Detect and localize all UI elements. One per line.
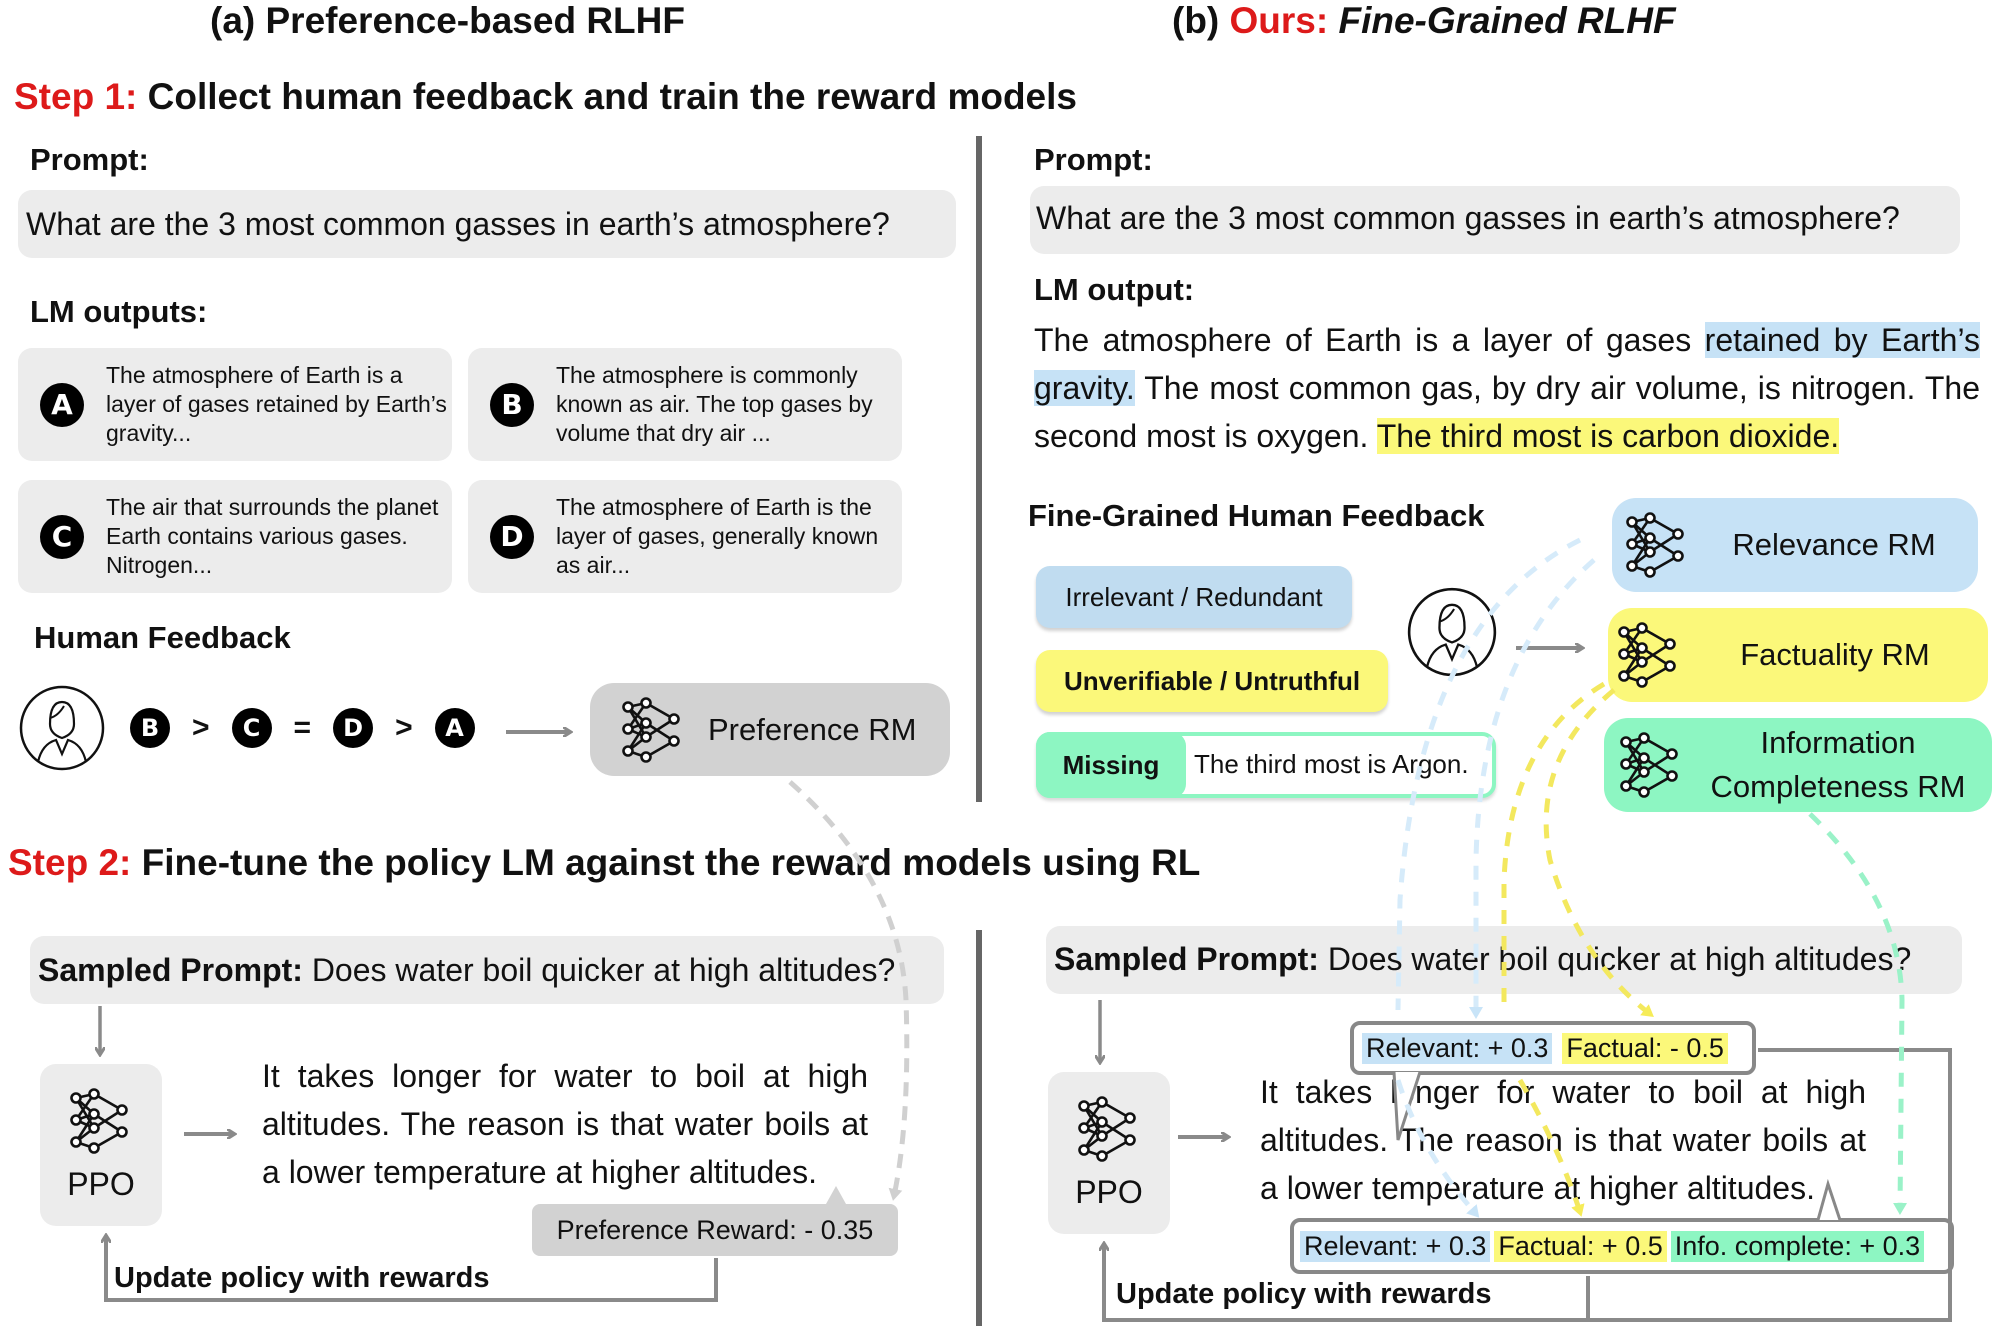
ppo-label: PPO: [67, 1165, 135, 1202]
reward-bubble-sentence2: Relevant: + 0.3 Factual: + 0.5 Info. com…: [1290, 1218, 1954, 1274]
panel-b-prefix: (b): [1172, 0, 1230, 41]
panel-b-method: Fine-Grained RLHF: [1328, 0, 1676, 41]
sampled-prompt-label: Sampled Prompt:: [1054, 941, 1319, 977]
output-segment: The atmosphere of Earth is a layer of ga…: [1034, 322, 1705, 358]
left-ppo-box: PPO: [40, 1064, 162, 1226]
completeness-rm-box: Information Completeness RM: [1604, 718, 1992, 812]
neural-network-icon: [1616, 622, 1682, 688]
output-card-d: D The atmosphere of Earth is the layer o…: [468, 480, 902, 593]
output-text: The atmosphere of Earth is a layer of ga…: [106, 362, 447, 446]
right-update-policy-label: Update policy with rewards: [1116, 1278, 1492, 1310]
step1-heading: Step 1: Collect human feedback and train…: [14, 76, 1077, 118]
ppo-label: PPO: [1075, 1173, 1143, 1210]
output-segment-untruthful: The third most is carbon dioxide.: [1376, 418, 1840, 454]
output-text: The atmosphere is commonly known as air.…: [556, 362, 873, 446]
output-text: The air that surrounds the planet Earth …: [106, 494, 439, 578]
step1-label: Step 1:: [14, 76, 138, 117]
divider-step1: [976, 136, 982, 802]
neural-network-icon: [620, 696, 686, 763]
reward-info-complete-2: Info. complete: + 0.3: [1670, 1230, 1925, 1262]
right-sampled-prompt-box: Sampled Prompt: Does water boil quicker …: [1046, 926, 1962, 994]
relevance-rm-label: Relevance RM: [1732, 527, 1936, 562]
reward-factual-1: Factual: - 0.5: [1562, 1032, 1728, 1064]
neural-network-icon: [1076, 1095, 1142, 1162]
right-prompt-text: What are the 3 most common gasses in ear…: [1036, 200, 1900, 236]
reward-bubble-sentence1: Relevant: + 0.3 Factual: - 0.5: [1350, 1021, 1756, 1075]
rank-badge: D: [333, 708, 374, 748]
sampled-prompt-text: Does water boil quicker at high altitude…: [302, 952, 896, 988]
right-prompt-box: What are the 3 most common gasses in ear…: [1030, 186, 1960, 254]
output-letter-badge: C: [40, 514, 84, 559]
category-missing: Missing: [1036, 732, 1186, 798]
right-generation-text: It takes longer for water to boil at hig…: [1260, 1074, 1866, 1206]
completeness-rm-line1: Information: [1760, 725, 1916, 760]
neural-network-icon: [1618, 732, 1684, 798]
reward-relevant-2: Relevant: + 0.3: [1300, 1230, 1491, 1262]
panel-a-title: (a) Preference-based RLHF: [210, 0, 685, 41]
annotator-icon: [1406, 586, 1498, 678]
step2-text: Fine-tune the policy LM against the rewa…: [131, 842, 1201, 883]
rank-operator: =: [293, 711, 312, 744]
step2-heading: Step 2: Fine-tune the policy LM against …: [8, 842, 1200, 884]
left-sampled-prompt: Sampled Prompt: Does water boil quicker …: [38, 952, 895, 989]
preference-reward-badge: Preference Reward: - 0.35: [532, 1204, 898, 1256]
sampled-prompt-text: Does water boil quicker at high altitude…: [1318, 941, 1912, 977]
output-card-b: B The atmosphere is commonly known as ai…: [468, 348, 902, 461]
rank-badge: A: [434, 708, 475, 748]
output-card-a: A The atmosphere of Earth is a layer of …: [18, 348, 452, 461]
left-prompt-box: What are the 3 most common gasses in ear…: [18, 190, 956, 258]
left-generation-text: It takes longer for water to boil at hig…: [262, 1058, 868, 1190]
completeness-rm-line2: Completeness RM: [1710, 769, 1966, 804]
output-text: The atmosphere of Earth is the layer of …: [556, 494, 879, 578]
divider-step2: [976, 930, 982, 1326]
preference-ranking: B > C = D > A: [130, 708, 475, 748]
neural-network-icon: [68, 1087, 134, 1154]
step2-label: Step 2:: [8, 842, 132, 883]
preference-rm-box: Preference RM: [590, 683, 950, 776]
missing-note: The third most is Argon.: [1194, 749, 1469, 779]
right-prompt-heading: Prompt:: [1034, 142, 1153, 177]
rank-operator: >: [192, 711, 210, 744]
factuality-rm-box: Factuality RM: [1608, 608, 1988, 702]
rank-badge: C: [231, 708, 272, 748]
neural-network-icon: [1624, 512, 1690, 578]
left-update-policy-label: Update policy with rewards: [114, 1262, 490, 1294]
category-untruthful: Unverifiable / Untruthful: [1036, 650, 1388, 712]
preference-rm-label: Preference RM: [708, 711, 917, 747]
annotator-icon: [18, 684, 106, 772]
right-sampled-prompt: Sampled Prompt: Does water boil quicker …: [1054, 941, 1911, 978]
left-sampled-prompt-box: Sampled Prompt: Does water boil quicker …: [30, 936, 944, 1004]
panel-b-ours: Ours:: [1229, 0, 1329, 41]
reward-relevant-1: Relevant: + 0.3: [1362, 1032, 1553, 1064]
panel-b-title: (b) Ours: Fine-Grained RLHF: [1172, 0, 1676, 42]
right-output-heading: LM output:: [1034, 272, 1195, 307]
rank-badge: B: [130, 708, 170, 748]
left-prompt-heading: Prompt:: [30, 142, 149, 177]
left-prompt-text: What are the 3 most common gasses in ear…: [26, 206, 890, 242]
output-card-c: C The air that surrounds the planet Eart…: [18, 480, 452, 593]
right-ppo-box: PPO: [1048, 1072, 1170, 1234]
rank-operator: >: [395, 711, 413, 744]
output-letter-badge: B: [490, 382, 534, 427]
output-letter-badge: D: [490, 514, 534, 559]
relevance-rm-box: Relevance RM: [1612, 498, 1978, 592]
sampled-prompt-label: Sampled Prompt:: [38, 952, 303, 988]
category-irrelevant: Irrelevant / Redundant: [1036, 566, 1352, 628]
completeness-rm-label: Information Completeness RM: [1684, 721, 1992, 809]
step1-text: Collect human feedback and train the rew…: [137, 76, 1077, 117]
left-outputs-heading: LM outputs:: [30, 294, 208, 329]
reward-factual-2: Factual: + 0.5: [1494, 1230, 1667, 1262]
output-letter-badge: A: [40, 382, 84, 427]
right-lm-output: The atmosphere of Earth is a layer of ga…: [1034, 316, 1981, 460]
factuality-rm-label: Factuality RM: [1740, 637, 1930, 672]
fine-grained-feedback-heading: Fine-Grained Human Feedback: [1028, 498, 1485, 533]
category-missing-box: Missing The third most is Argon.: [1036, 732, 1496, 798]
left-feedback-heading: Human Feedback: [34, 620, 291, 655]
